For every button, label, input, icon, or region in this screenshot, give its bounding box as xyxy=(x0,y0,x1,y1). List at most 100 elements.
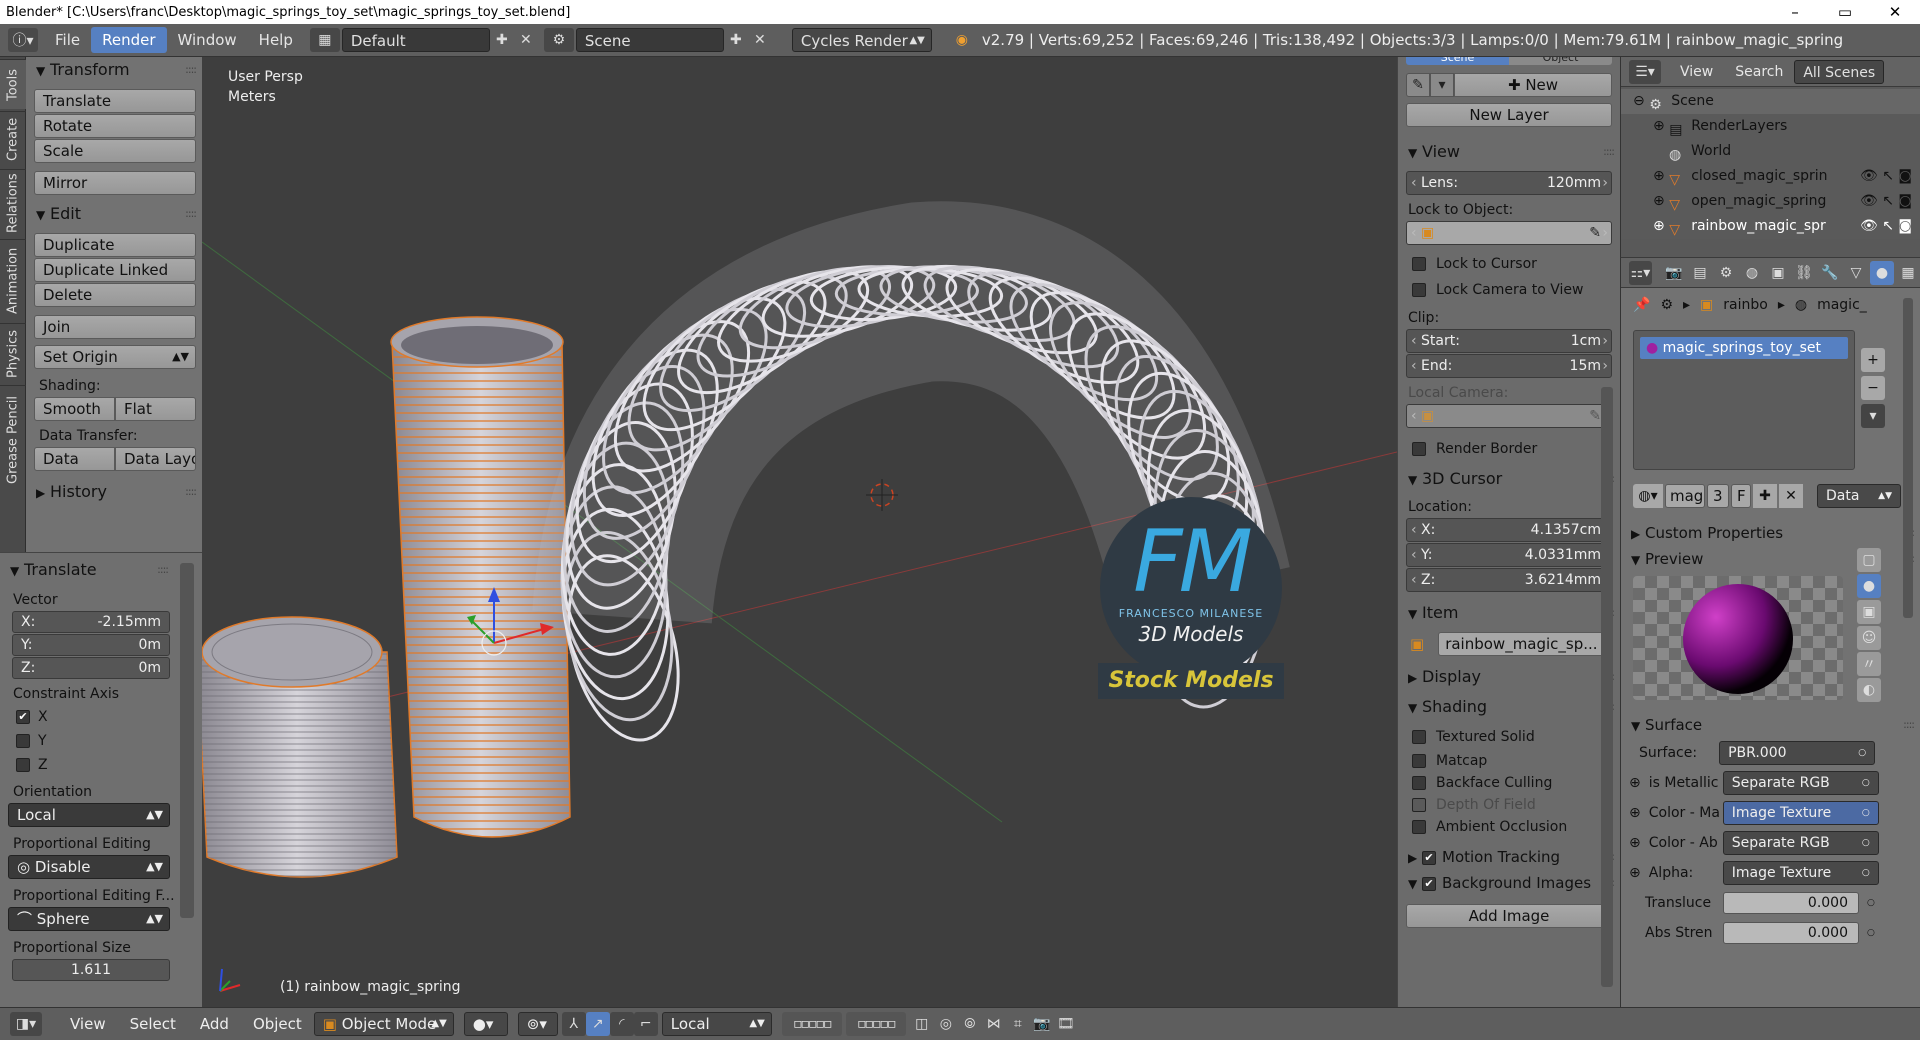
pivot-point-select[interactable]: ⊚▾ xyxy=(517,1012,558,1036)
3d-cursor-panel-header[interactable]: ▼3D Cursor:::: xyxy=(1398,466,1620,492)
material-slot-item[interactable]: ● magic_springs_toy_set xyxy=(1640,337,1848,359)
tab-relations[interactable]: Relations xyxy=(0,169,26,237)
closed-magic-spring[interactable] xyxy=(202,616,398,878)
snap-element-icon[interactable]: ⋈ xyxy=(982,1012,1006,1036)
render-border-checkbox[interactable]: Render Border xyxy=(1398,436,1620,462)
preview-sky-icon[interactable]: ◐ xyxy=(1857,678,1881,702)
vector-x-field[interactable]: X: -2.15mm xyxy=(12,611,170,633)
remove-layout-icon[interactable]: ✕ xyxy=(514,28,538,52)
layer-lock-icon[interactable]: ◫ xyxy=(910,1012,934,1036)
fake-user-button[interactable]: F xyxy=(1731,484,1751,508)
material-name-field[interactable]: mag xyxy=(1665,484,1705,508)
scale-manipulator-icon[interactable]: ⌐ xyxy=(633,1012,658,1036)
outliner-row-scene[interactable]: ⊖ ⚙ Scene xyxy=(1621,89,1920,114)
menu-file[interactable]: File xyxy=(44,27,91,53)
pin-icon[interactable]: 📌 xyxy=(1633,297,1650,313)
clip-start-field[interactable]: Start: 1cm xyxy=(1406,329,1612,353)
add-image-button[interactable]: Add Image xyxy=(1406,904,1612,928)
translucency-slider[interactable]: 0.000 xyxy=(1723,892,1859,914)
duplicate-button[interactable]: Duplicate xyxy=(34,233,196,257)
constraint-x-checkbox[interactable]: ✔ X xyxy=(0,705,202,729)
manipulator-toggle-icon[interactable]: ⅄ xyxy=(561,1012,586,1036)
proportional-falloff-dropdown[interactable]: ⌒ Sphere ▲▼ xyxy=(8,907,170,931)
expand-icon[interactable]: ⊕ xyxy=(1653,193,1669,209)
npanel-scrollbar[interactable] xyxy=(1601,387,1613,987)
translate-operator-header[interactable]: ▼ Translate:::: xyxy=(0,557,202,583)
orientation-dropdown[interactable]: Local ▲▼ xyxy=(8,803,170,827)
info-editor-icon[interactable]: ⓘ▾ xyxy=(8,28,38,52)
object-tab-icon[interactable]: ▣ xyxy=(1766,261,1790,285)
transform-orientation-select[interactable]: Local ▲▼ xyxy=(661,1012,772,1036)
shading-panel-header[interactable]: ▼Shading:::: xyxy=(1398,694,1620,720)
scene-icon[interactable]: ⚙ xyxy=(543,28,574,52)
item-panel-header[interactable]: ▼Item:::: xyxy=(1398,600,1620,626)
world-tab-icon[interactable]: ◍ xyxy=(1740,261,1764,285)
edit-panel-header[interactable]: ▼ Edit:::: xyxy=(26,201,202,227)
texture-tab-icon[interactable]: ▦ xyxy=(1896,261,1920,285)
new-layer-button[interactable]: New Layer xyxy=(1406,103,1612,127)
menu-help[interactable]: Help xyxy=(248,27,304,53)
constraint-z-checkbox[interactable]: Z xyxy=(0,753,202,777)
add-slot-icon[interactable]: + xyxy=(1861,348,1885,372)
eyedropper-icon[interactable]: ✎ xyxy=(1589,222,1601,244)
drag-grip-icon[interactable]: :::: xyxy=(1603,139,1615,165)
render-engine-select[interactable]: Cycles Render ▲▼ xyxy=(791,28,932,52)
dropdown-arrows-icon[interactable]: ▾ xyxy=(1430,73,1454,97)
tab-animation[interactable]: Animation xyxy=(0,239,26,321)
scene-layers-grid-2[interactable]: ▫▫▫▫▫ xyxy=(845,1012,906,1036)
scene-select[interactable]: Scene xyxy=(575,28,724,52)
ambient-occlusion-checkbox[interactable]: Ambient Occlusion xyxy=(1398,816,1620,838)
node-socket-icon[interactable]: ○ xyxy=(1867,928,1875,938)
proportional-edit-icon[interactable]: ◎ xyxy=(934,1012,958,1036)
vector-y-field[interactable]: Y: 0m xyxy=(12,634,170,656)
render-layers-tab-icon[interactable]: ▤ xyxy=(1688,261,1712,285)
expand-icon[interactable]: ⊕ xyxy=(1653,168,1669,184)
flat-button[interactable]: Flat xyxy=(115,397,196,421)
rotate-manipulator-icon[interactable]: ◜ xyxy=(609,1012,634,1036)
scene-tab-icon[interactable]: ⚙ xyxy=(1714,261,1738,285)
translate-manipulator-icon[interactable]: ↗ xyxy=(585,1012,610,1036)
add-layout-icon[interactable]: ✚ xyxy=(490,28,514,52)
drag-grip-icon[interactable]: :::: xyxy=(157,557,169,583)
tab-physics[interactable]: Physics xyxy=(0,323,26,383)
expand-icon[interactable]: ⊕ xyxy=(1629,865,1641,881)
background-images-header[interactable]: ▼✔Background Images:::: xyxy=(1398,870,1620,896)
outliner-row-open-spring[interactable]: ⊕ ▽ open_magic_spring 👁 ↖ ◙ xyxy=(1621,189,1920,214)
snap-toggle-icon[interactable]: ⦾ xyxy=(958,1012,982,1036)
data-layout-button[interactable]: Data Layo xyxy=(115,447,196,471)
render-tab-icon[interactable]: 📷 xyxy=(1662,261,1686,285)
outliner-view-menu[interactable]: View xyxy=(1669,59,1724,85)
color-ma-select[interactable]: Image Texture ○ xyxy=(1722,801,1879,825)
translate-button[interactable]: Translate xyxy=(34,89,196,113)
tab-create[interactable]: Create xyxy=(0,111,26,167)
preview-sphere-icon[interactable]: ● xyxy=(1857,574,1881,598)
proportional-editing-dropdown[interactable]: ◎ Disable ▲▼ xyxy=(8,855,170,879)
surface-select[interactable]: PBR.000 ○ xyxy=(1719,741,1876,765)
vector-z-field[interactable]: Z: 0m xyxy=(12,657,170,679)
lock-to-cursor-checkbox[interactable]: Lock to Cursor xyxy=(1398,251,1620,277)
menu-add[interactable]: Add xyxy=(188,1015,241,1033)
opengl-anim-icon[interactable]: 🎞 xyxy=(1054,1012,1078,1036)
mirror-button[interactable]: Mirror xyxy=(34,171,196,195)
outliner-filter-select[interactable]: All Scenes xyxy=(1794,59,1885,84)
checkmark-icon[interactable]: ✔ xyxy=(1422,850,1436,865)
preview-cube-icon[interactable]: ▣ xyxy=(1857,600,1881,624)
expand-icon[interactable]: ⊕ xyxy=(1653,218,1669,234)
visibility-icons[interactable]: 👁 ↖ ◙ xyxy=(1860,214,1912,239)
viewport-shading-select[interactable]: ●▾ xyxy=(463,1012,508,1036)
preview-flat-icon[interactable]: ▢ xyxy=(1857,548,1881,572)
proportional-size-field[interactable]: 1.611 xyxy=(12,959,170,981)
item-name-field[interactable]: rainbow_magic_sp... xyxy=(1438,632,1612,656)
data-transfer-button[interactable]: Data xyxy=(34,447,115,471)
properties-scrollbar[interactable] xyxy=(1903,298,1913,618)
layout-select[interactable]: Default xyxy=(341,28,490,52)
backface-culling-checkbox[interactable]: Backface Culling xyxy=(1398,772,1620,794)
snap-target-icon[interactable]: ⌗ xyxy=(1006,1012,1030,1036)
alpha-select[interactable]: Image Texture ○ xyxy=(1722,861,1879,885)
cursor-z-field[interactable]: Z: 3.6214mm xyxy=(1406,568,1612,592)
lens-field[interactable]: Lens: 120mm xyxy=(1406,171,1612,195)
duplicate-linked-button[interactable]: Duplicate Linked xyxy=(34,258,196,282)
menu-window[interactable]: Window xyxy=(167,27,248,53)
outliner-row-rainbow-spring[interactable]: ⊕ ▽ rainbow_magic_spr 👁 ↖ ◙ xyxy=(1621,214,1920,239)
expand-icon[interactable]: ⊕ xyxy=(1629,805,1641,821)
